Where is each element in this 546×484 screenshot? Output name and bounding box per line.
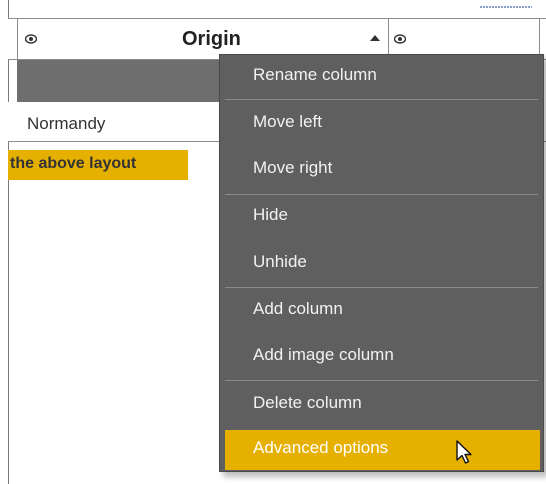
menu-item-label: Delete column: [253, 393, 362, 412]
menu-item-label: Move left: [253, 112, 322, 131]
menu-item-unhide[interactable]: Unhide: [220, 242, 543, 286]
column-context-menu: Rename column Move left Move right Hide …: [219, 54, 544, 472]
menu-item-add-column[interactable]: Add column: [220, 289, 543, 333]
menu-item-rename-column[interactable]: Rename column: [220, 55, 543, 99]
menu-item-delete-column[interactable]: Delete column: [220, 383, 543, 427]
caption-text: the above layout: [10, 155, 137, 172]
column-header-title[interactable]: Origin: [182, 28, 241, 51]
top-dotted-border: [480, 6, 532, 8]
menu-item-move-left[interactable]: Move left: [220, 102, 543, 146]
menu-item-label: Advanced options: [253, 438, 389, 457]
eye-icon[interactable]: [394, 33, 406, 45]
menu-item-label: Hide: [253, 205, 288, 224]
menu-separator: [225, 287, 538, 288]
menu-item-label: Rename column: [253, 65, 377, 84]
menu-item-label: Add column: [253, 299, 343, 318]
eye-icon[interactable]: [25, 33, 37, 45]
menu-separator: [225, 380, 538, 381]
mouse-pointer-icon: [455, 440, 473, 466]
menu-item-add-image-column[interactable]: Add image column: [220, 335, 543, 379]
menu-item-move-right[interactable]: Move right: [220, 148, 543, 192]
menu-item-label: Move right: [253, 158, 333, 177]
menu-item-advanced-options[interactable]: Advanced options: [225, 430, 540, 470]
table-cell-origin[interactable]: Normandy: [27, 114, 105, 134]
menu-item-hide[interactable]: Hide: [220, 195, 543, 239]
menu-item-label: Add image column: [253, 345, 394, 364]
menu-separator: [225, 99, 538, 100]
screenshot-stage: Origin Normandy the above layout Rename …: [0, 0, 546, 484]
menu-item-label: Unhide: [253, 252, 307, 271]
sort-ascending-icon[interactable]: [370, 35, 380, 41]
table-left-border: [8, 0, 9, 484]
